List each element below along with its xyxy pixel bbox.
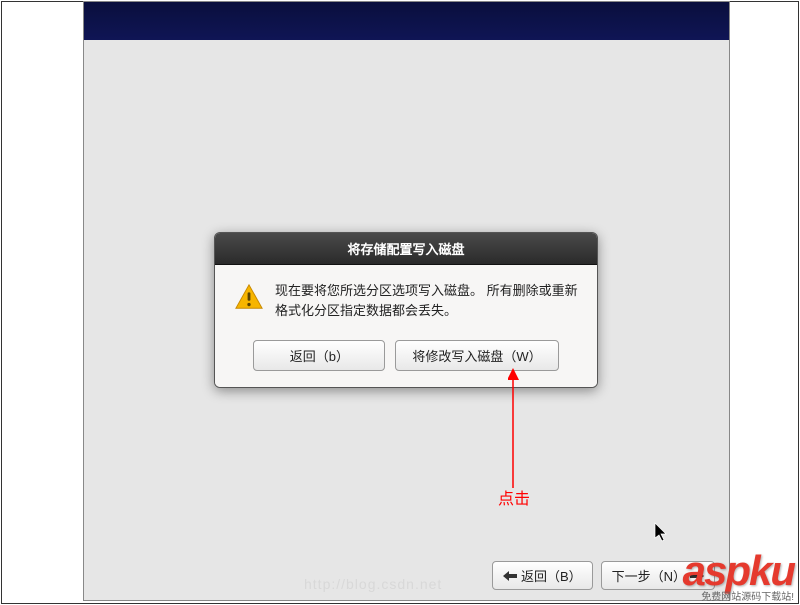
confirm-write-dialog: 将存储配置写入磁盘 现在要将您所选分区选项写入磁盘。 所有删除或重新格式化分区指… bbox=[214, 232, 598, 388]
warning-icon bbox=[233, 281, 265, 313]
footer-next-label: 下一步（N） bbox=[612, 566, 686, 585]
annotation-click-label: 点击 bbox=[498, 485, 530, 509]
arrow-right-icon bbox=[690, 571, 704, 581]
footer-back-button[interactable]: 返回（B） bbox=[492, 561, 593, 590]
dialog-button-row: 返回（b） 将修改写入磁盘（W） bbox=[215, 332, 597, 387]
dialog-write-button[interactable]: 将修改写入磁盘（W） bbox=[395, 340, 558, 371]
dialog-title: 将存储配置写入磁盘 bbox=[215, 233, 597, 265]
installer-window: 将存储配置写入磁盘 现在要将您所选分区选项写入磁盘。 所有删除或重新格式化分区指… bbox=[83, 1, 730, 601]
dialog-back-button[interactable]: 返回（b） bbox=[253, 340, 385, 371]
dialog-content: 现在要将您所选分区选项写入磁盘。 所有删除或重新格式化分区指定数据都会丢失。 bbox=[215, 265, 597, 332]
watermark-url: http://blog.csdn.net bbox=[304, 576, 442, 592]
installer-top-banner bbox=[84, 2, 729, 40]
footer-back-label: 返回（B） bbox=[521, 566, 582, 585]
arrow-left-icon bbox=[503, 571, 517, 581]
footer-next-button[interactable]: 下一步（N） bbox=[601, 561, 715, 590]
footer-nav: 返回（B） 下一步（N） bbox=[492, 561, 715, 590]
dialog-message: 现在要将您所选分区选项写入磁盘。 所有删除或重新格式化分区指定数据都会丢失。 bbox=[275, 281, 579, 320]
